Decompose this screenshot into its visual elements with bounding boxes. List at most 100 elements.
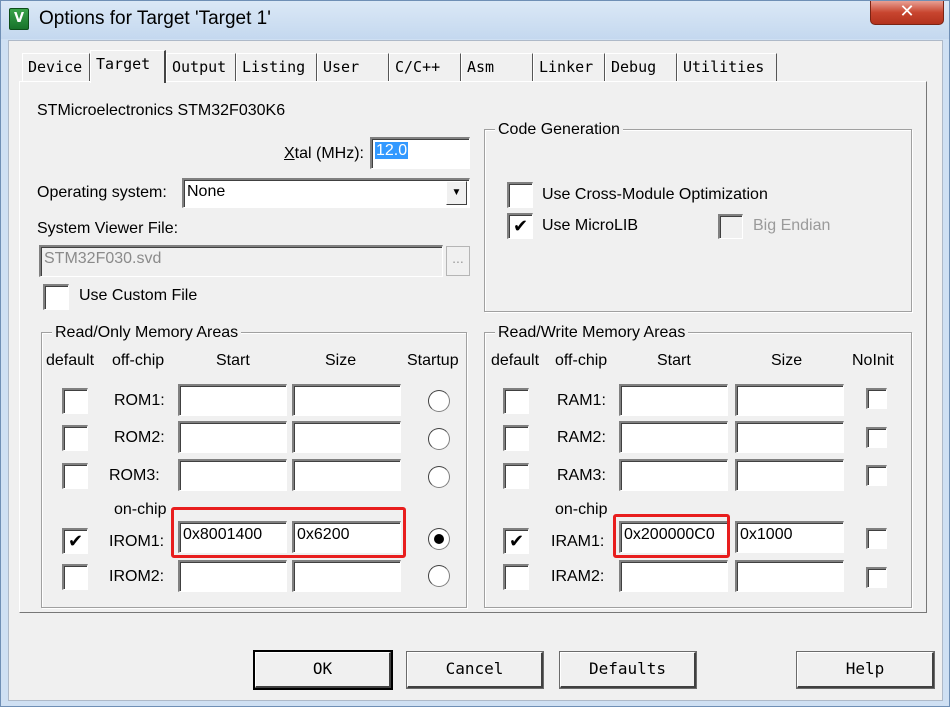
irom2-size-input[interactable]	[292, 560, 401, 592]
tab-asm[interactable]: Asm	[461, 53, 533, 81]
rw-header-size: Size	[771, 352, 803, 369]
rom1-default-checkbox[interactable]	[62, 388, 88, 414]
irom1-default-checkbox[interactable]: ✔	[62, 528, 88, 554]
os-select[interactable]: None	[182, 178, 470, 208]
irom2-label: IROM2:	[109, 568, 165, 585]
os-label: Operating system:	[37, 184, 167, 201]
cross-module-optimization-checkbox[interactable]	[507, 182, 533, 208]
ram1-size-input[interactable]	[735, 384, 844, 416]
ro-header-startup: Startup	[407, 352, 459, 369]
chevron-down-icon[interactable]: ▼	[446, 181, 467, 205]
ram1-start-input[interactable]	[619, 384, 728, 416]
close-button[interactable]: ✕	[870, 1, 944, 25]
iram2-size-input[interactable]	[735, 560, 844, 592]
window-title: Options for Target 'Target 1'	[39, 8, 271, 29]
rom1-label: ROM1:	[114, 392, 165, 409]
code-generation-title: Code Generation	[495, 121, 623, 139]
big-endian-checkbox[interactable]	[718, 214, 743, 239]
iram1-start-input[interactable]: 0x200000C0	[619, 521, 728, 553]
ram2-size-input[interactable]	[735, 421, 844, 453]
ram3-label: RAM3:	[557, 467, 606, 484]
tab-cpp[interactable]: C/C++	[389, 53, 461, 81]
use-microlib-checkbox[interactable]: ✔	[507, 213, 533, 239]
ram3-start-input[interactable]	[619, 459, 728, 491]
rom2-size-input[interactable]	[292, 421, 401, 453]
rom3-startup-radio[interactable]	[428, 466, 450, 488]
svd-label: System Viewer File:	[37, 220, 179, 237]
use-custom-file-label: Use Custom File	[79, 287, 198, 304]
xtal-label: Xtal (MHz):	[284, 145, 364, 162]
use-custom-file-checkbox[interactable]	[43, 284, 69, 310]
tab-output[interactable]: Output	[166, 53, 236, 81]
svd-file-input[interactable]: STM32F030.svd	[39, 245, 443, 277]
rw-header-offchip: off-chip	[555, 352, 608, 369]
tab-user[interactable]: User	[317, 53, 389, 81]
device-name: STMicroelectronics STM32F030K6	[37, 102, 286, 119]
irom2-start-input[interactable]	[178, 560, 287, 592]
ram1-default-checkbox[interactable]	[503, 388, 529, 414]
ram2-start-input[interactable]	[619, 421, 728, 453]
rom1-size-input[interactable]	[292, 384, 401, 416]
rw-header-noinit: NoInit	[852, 352, 894, 369]
irom2-default-checkbox[interactable]	[62, 564, 88, 590]
irom1-start-input[interactable]: 0x8001400	[178, 521, 287, 553]
ram1-noinit-checkbox[interactable]	[866, 388, 887, 409]
ro-onchip-label: on-chip	[114, 501, 167, 518]
iram2-start-input[interactable]	[619, 560, 728, 592]
rw-onchip-label: on-chip	[555, 501, 608, 518]
ro-header-size: Size	[325, 352, 357, 369]
rom2-start-input[interactable]	[178, 421, 287, 453]
rw-header-start: Start	[657, 352, 691, 369]
options-dialog: V Options for Target 'Target 1' ✕ Device…	[0, 0, 950, 707]
iram1-noinit-checkbox[interactable]	[866, 528, 887, 549]
iram1-label: IRAM1:	[551, 533, 605, 550]
ro-header-default: default	[46, 352, 95, 369]
tab-linker[interactable]: Linker	[533, 53, 605, 81]
defaults-button[interactable]: Defaults	[559, 651, 697, 689]
use-microlib-label: Use MicroLIB	[542, 217, 639, 234]
ram2-default-checkbox[interactable]	[503, 425, 529, 451]
ram2-label: RAM2:	[557, 429, 606, 446]
tab-utilities[interactable]: Utilities	[677, 53, 777, 81]
rom3-default-checkbox[interactable]	[62, 463, 88, 489]
ram1-label: RAM1:	[557, 392, 606, 409]
irom1-startup-radio[interactable]	[428, 528, 450, 550]
rom2-startup-radio[interactable]	[428, 428, 450, 450]
title-bar[interactable]: V Options for Target 'Target 1' ✕	[1, 1, 949, 39]
ram3-default-checkbox[interactable]	[503, 463, 529, 489]
iram2-default-checkbox[interactable]	[503, 564, 529, 590]
rom2-label: ROM2:	[114, 429, 165, 446]
irom1-label: IROM1:	[109, 533, 165, 550]
rom3-start-input[interactable]	[178, 459, 287, 491]
xtal-input[interactable]: 12.0	[370, 137, 470, 169]
browse-svd-button[interactable]: ...	[446, 246, 470, 276]
tab-debug[interactable]: Debug	[605, 53, 677, 81]
ram3-noinit-checkbox[interactable]	[866, 465, 887, 486]
rw-header-default: default	[491, 352, 540, 369]
keil-uvision-icon: V	[9, 8, 29, 30]
cancel-button[interactable]: Cancel	[406, 651, 544, 689]
help-button[interactable]: Help	[796, 651, 935, 689]
rom3-size-input[interactable]	[292, 459, 401, 491]
iram1-default-checkbox[interactable]: ✔	[503, 528, 529, 554]
tab-device[interactable]: Device	[22, 53, 90, 81]
ro-header-offchip: off-chip	[112, 352, 165, 369]
rom2-default-checkbox[interactable]	[62, 425, 88, 451]
tab-target[interactable]: Target	[90, 50, 166, 83]
rom1-startup-radio[interactable]	[428, 390, 450, 412]
tab-listing[interactable]: Listing	[236, 53, 317, 81]
ro-header-start: Start	[216, 352, 250, 369]
iram1-size-input[interactable]: 0x1000	[735, 521, 844, 553]
radio-selected-dot	[434, 534, 444, 544]
irom1-size-input[interactable]: 0x6200	[292, 521, 401, 553]
irom2-startup-radio[interactable]	[428, 565, 450, 587]
ram2-noinit-checkbox[interactable]	[866, 427, 887, 448]
rom3-label: ROM3:	[109, 467, 160, 484]
ok-button[interactable]: OK	[253, 650, 393, 690]
iram2-noinit-checkbox[interactable]	[866, 567, 887, 588]
ram3-size-input[interactable]	[735, 459, 844, 491]
iram2-label: IRAM2:	[551, 568, 605, 585]
rom1-start-input[interactable]	[178, 384, 287, 416]
read-write-memory-title: Read/Write Memory Areas	[495, 324, 689, 342]
big-endian-label: Big Endian	[753, 217, 831, 234]
